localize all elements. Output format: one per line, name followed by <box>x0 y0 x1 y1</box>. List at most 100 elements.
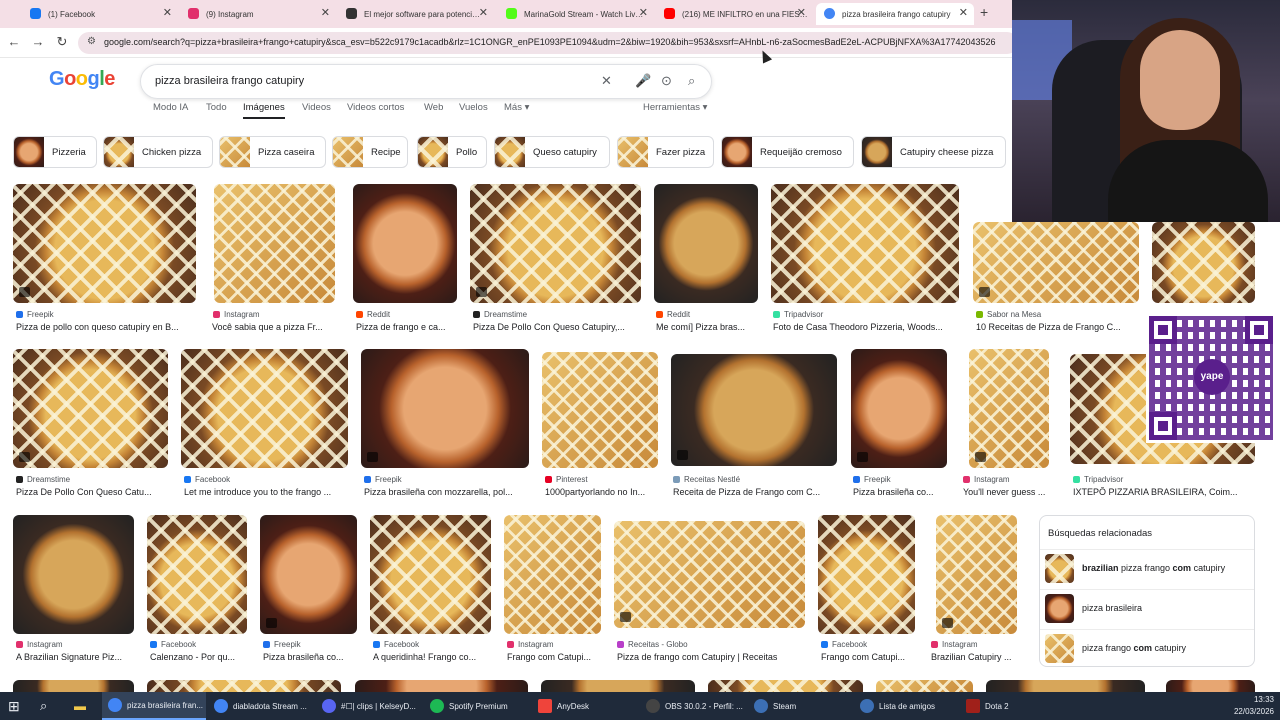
browser-tab-active[interactable]: pizza brasileira frango catupiry ✕ <box>816 3 974 25</box>
result-caption[interactable]: IXTEPÔ PIZZARIA BRASILEIRA, Coim... <box>1073 487 1253 497</box>
result-source[interactable]: Pinterest <box>545 475 588 484</box>
result-caption[interactable]: Pizza brasileña co... <box>853 487 947 497</box>
tab-ai-mode[interactable]: Modo IA <box>153 102 188 113</box>
result-image[interactable] <box>671 354 837 466</box>
result-source[interactable]: Facebook <box>821 640 867 649</box>
result-image[interactable] <box>986 680 1145 692</box>
taskbar-item[interactable]: pizza brasileira fran... <box>102 692 206 720</box>
related-search-item[interactable]: brazilian pizza frango com catupiry <box>1040 549 1254 587</box>
close-icon[interactable]: ✕ <box>959 6 968 19</box>
result-caption[interactable]: Let me introduce you to the frango ... <box>184 487 346 497</box>
result-source[interactable]: Reddit <box>656 310 690 319</box>
result-caption[interactable]: Frango com Catupi... <box>507 652 601 662</box>
search-icon[interactable]: ⌕ <box>40 692 47 720</box>
forward-icon[interactable]: → <box>30 34 46 49</box>
result-caption[interactable]: Receita de Pizza de Frango com C... <box>673 487 837 497</box>
result-image[interactable] <box>353 184 457 303</box>
chip-queso-catupiry[interactable]: Queso catupiry <box>494 136 610 168</box>
result-image[interactable] <box>818 515 915 634</box>
taskbar-item[interactable]: Lista de amigos <box>856 692 956 720</box>
result-source[interactable]: Dreamstime <box>16 475 70 484</box>
microphone-icon[interactable]: 🎤 <box>635 73 651 89</box>
result-image[interactable] <box>361 349 529 468</box>
browser-tab[interactable]: (1) Facebook ✕ <box>22 3 178 25</box>
result-source[interactable]: Instagram <box>507 640 554 649</box>
close-icon[interactable]: ✕ <box>321 6 330 19</box>
result-caption[interactable]: Foto de Casa Theodoro Pizzeria, Woods... <box>773 322 959 332</box>
result-image[interactable] <box>614 521 805 628</box>
tab-all[interactable]: Todo <box>206 102 227 113</box>
folder-icon[interactable]: ▬ <box>74 692 86 720</box>
result-image[interactable] <box>370 515 491 634</box>
result-source[interactable]: Facebook <box>150 640 196 649</box>
result-source[interactable]: Dreamstime <box>473 310 527 319</box>
related-search-item[interactable]: pizza frango com catupiry <box>1040 629 1254 667</box>
search-icon[interactable]: ⌕ <box>688 73 695 89</box>
taskbar-item[interactable]: #☐| clips | KelseyD... <box>318 692 422 720</box>
result-image[interactable] <box>13 184 196 303</box>
reload-icon[interactable]: ↻ <box>54 34 70 50</box>
result-source[interactable]: Instagram <box>213 310 260 319</box>
result-caption[interactable]: Frango com Catupi... <box>821 652 915 662</box>
result-source[interactable]: Freepik <box>16 310 54 319</box>
windows-start-icon[interactable]: ⊞ <box>8 692 20 720</box>
result-source[interactable]: Instagram <box>931 640 978 649</box>
result-source[interactable]: Tripadvisor <box>773 310 823 319</box>
result-caption[interactable]: A Brazilian Signature Piz... <box>16 652 134 662</box>
result-caption[interactable]: 10 Receitas de Pizza de Frango C... <box>976 322 1140 332</box>
chip-pollo[interactable]: Pollo <box>417 136 487 168</box>
result-image[interactable] <box>504 515 601 634</box>
taskbar-item[interactable]: OBS 30.0.2 - Perfil: ... <box>642 692 746 720</box>
result-image[interactable] <box>541 680 695 692</box>
result-source[interactable]: Facebook <box>373 640 419 649</box>
result-caption[interactable]: Pizza de frango e ca... <box>356 322 456 332</box>
browser-tab[interactable]: MarinaGold Stream - Watch Liv… ✕ <box>498 3 654 25</box>
tools-button[interactable]: Herramientas ▾ <box>643 102 707 113</box>
result-source[interactable]: Reddit <box>356 310 390 319</box>
result-caption[interactable]: Pizza brasileña con mozzarella, pol... <box>364 487 529 497</box>
result-image[interactable] <box>181 349 348 468</box>
result-image[interactable] <box>542 352 658 468</box>
result-source[interactable]: Instagram <box>963 475 1010 484</box>
result-image[interactable] <box>876 680 973 692</box>
result-source[interactable]: Receitas - Globo <box>617 640 688 649</box>
clear-icon[interactable]: ✕ <box>601 73 612 89</box>
result-caption[interactable]: Pizza de frango com Catupiry | Receitas <box>617 652 805 662</box>
browser-tab[interactable]: El mejor software para potenci… ✕ <box>338 3 494 25</box>
result-source[interactable]: Sabor na Mesa <box>976 310 1041 319</box>
result-image[interactable] <box>470 184 641 303</box>
result-source[interactable]: Freepik <box>263 640 301 649</box>
tab-videos[interactable]: Videos <box>302 102 331 113</box>
chip-chicken-pizza[interactable]: Chicken pizza <box>103 136 213 168</box>
result-caption[interactable]: Pizza De Pollo Con Queso Catu... <box>16 487 166 497</box>
result-image[interactable] <box>708 680 863 692</box>
result-image[interactable] <box>969 349 1049 468</box>
result-source[interactable]: Freepik <box>364 475 402 484</box>
result-source[interactable]: Receitas Nestlé <box>673 475 740 484</box>
result-image[interactable] <box>973 222 1139 303</box>
result-caption[interactable]: Pizza de pollo con queso catupiry en B..… <box>16 322 196 332</box>
result-image[interactable] <box>355 680 528 692</box>
lens-icon[interactable]: ⊙ <box>661 73 672 89</box>
close-icon[interactable]: ✕ <box>479 6 488 19</box>
result-caption[interactable]: Me comí] Pizza bras... <box>656 322 756 332</box>
new-tab-icon[interactable]: + <box>980 4 988 20</box>
result-caption[interactable]: Pizza brasileña co... <box>263 652 357 662</box>
tab-short-videos[interactable]: Videos cortos <box>347 102 404 113</box>
chip-pizza-caseira[interactable]: Pizza caseira <box>219 136 326 168</box>
result-image[interactable] <box>13 349 168 468</box>
result-image[interactable] <box>13 680 134 692</box>
result-image[interactable] <box>1152 222 1255 303</box>
tab-images[interactable]: Imágenes <box>243 102 285 119</box>
site-info-icon[interactable]: ⚙ <box>87 36 96 47</box>
tab-flights[interactable]: Vuelos <box>459 102 488 113</box>
result-image[interactable] <box>851 349 947 468</box>
result-image[interactable] <box>214 184 335 303</box>
address-bar[interactable]: ⚙ google.com/search?q=pizza+brasileira+f… <box>78 32 1018 54</box>
close-icon[interactable]: ✕ <box>163 6 172 19</box>
result-caption[interactable]: 1000partyorlando no In... <box>545 487 657 497</box>
taskbar-item[interactable]: diabladota Stream ... <box>210 692 314 720</box>
tab-web[interactable]: Web <box>424 102 443 113</box>
result-source[interactable]: Freepik <box>853 475 891 484</box>
chip-requeijao-cremoso[interactable]: Requeijão cremoso <box>721 136 854 168</box>
